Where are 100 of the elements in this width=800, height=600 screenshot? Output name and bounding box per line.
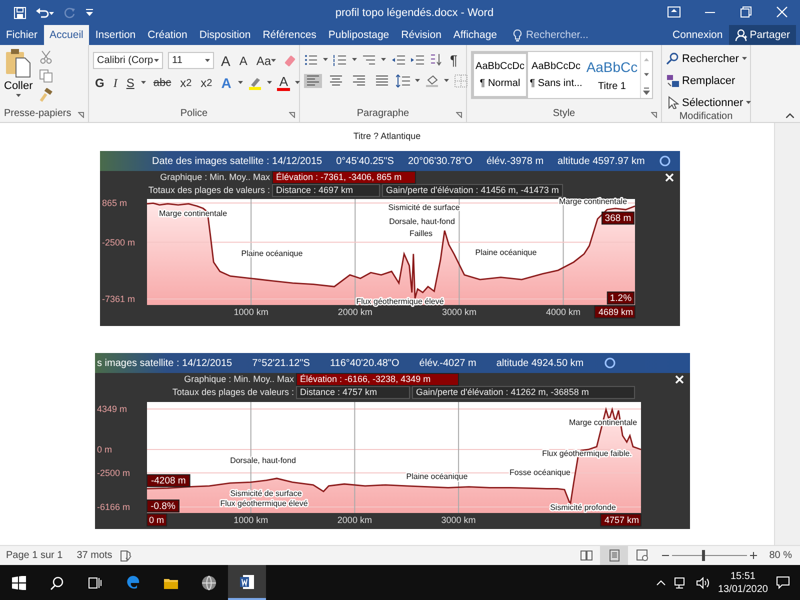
align-right-icon bbox=[352, 74, 366, 88]
format-painter-icon[interactable] bbox=[38, 88, 53, 102]
profile-annotation: Plaine océanique bbox=[241, 249, 303, 258]
strikethrough-button[interactable]: abc bbox=[151, 77, 174, 89]
ribbon-tab[interactable]: Publipostage bbox=[322, 25, 396, 45]
distance-end-label: 0 m bbox=[146, 514, 168, 526]
y-axis-label: -2500 m bbox=[102, 237, 136, 248]
edge-icon bbox=[125, 574, 141, 590]
select-button[interactable]: Sélectionner bbox=[666, 94, 752, 111]
profile-annotation: Plaine océanique bbox=[475, 248, 537, 257]
web-view-icon bbox=[636, 549, 649, 562]
align-justify-button[interactable] bbox=[373, 74, 391, 88]
show-marks-button[interactable]: ¶ bbox=[448, 52, 460, 68]
profile-annotation: Sismicité profonde bbox=[550, 503, 616, 512]
bullet-list-icon[interactable] bbox=[304, 53, 318, 67]
range-label: Graphique : Min. Moy.. Max bbox=[183, 374, 295, 385]
caret-icon bbox=[271, 58, 276, 62]
word-count[interactable]: 37 mots bbox=[76, 550, 112, 561]
dialog-launcher-icon[interactable] bbox=[651, 112, 657, 118]
change-case-button[interactable]: Aa bbox=[254, 54, 278, 68]
ribbon-tab[interactable]: Affichage bbox=[447, 25, 504, 45]
undo-icon[interactable] bbox=[36, 6, 54, 18]
ribbon-tab[interactable]: Références bbox=[256, 25, 322, 45]
dialog-launcher-icon[interactable] bbox=[78, 112, 84, 118]
y-axis-label: -2500 m bbox=[97, 468, 130, 478]
zoom-slider-thumb[interactable] bbox=[702, 550, 706, 561]
print-view-button[interactable] bbox=[600, 546, 628, 565]
font-name-field[interactable]: Calibri (Corp bbox=[93, 52, 163, 69]
increase-indent-icon[interactable] bbox=[410, 53, 424, 67]
clock-time[interactable]: 15:51 bbox=[730, 570, 756, 582]
satellite-info-text: 116°40'20.48"O bbox=[330, 358, 400, 368]
collapse-ribbon-icon[interactable] bbox=[786, 113, 794, 118]
notifications-icon[interactable] bbox=[776, 576, 790, 589]
y-axis-label: 4349 m bbox=[97, 404, 128, 414]
satellite-info-text: altitude 4597.97 km bbox=[558, 156, 645, 166]
save-icon[interactable] bbox=[14, 6, 26, 18]
profile-annotation: Dorsale, haut-fond bbox=[230, 456, 296, 465]
clock-date[interactable]: 13/01/2020 bbox=[718, 582, 768, 596]
ribbon-tab[interactable]: Fichier bbox=[0, 25, 44, 45]
start-icon bbox=[12, 576, 26, 590]
shrink-font-button[interactable]: A bbox=[237, 54, 250, 68]
ribbon-tab[interactable]: Insertion bbox=[89, 25, 142, 45]
ribbon-tab[interactable]: Accueil bbox=[44, 25, 90, 45]
zoom-level[interactable]: 80 % bbox=[769, 550, 792, 561]
profile-annotation: Marge continentale bbox=[558, 197, 628, 206]
speaker-icon[interactable] bbox=[696, 576, 710, 588]
align-left-button[interactable] bbox=[304, 74, 322, 88]
copy-icon[interactable] bbox=[38, 69, 53, 83]
paste-button[interactable]: Coller bbox=[4, 48, 33, 108]
text-effects-button[interactable]: A bbox=[219, 75, 234, 91]
word-app-button[interactable] bbox=[228, 565, 266, 600]
close-icon[interactable] bbox=[675, 375, 684, 384]
numbered-list-icon[interactable] bbox=[333, 53, 347, 67]
zoom-in-icon[interactable] bbox=[750, 552, 758, 559]
style-name: Titre 1 bbox=[598, 80, 626, 92]
chevron-up-icon[interactable] bbox=[656, 580, 666, 586]
close-icon[interactable] bbox=[665, 173, 674, 182]
font-size-field[interactable]: 11 bbox=[168, 52, 214, 69]
underline-button[interactable]: S bbox=[124, 76, 136, 90]
style-gallery-item[interactable]: AaBbCcDc ¶ Normal bbox=[472, 52, 528, 98]
dialog-launcher-icon[interactable] bbox=[289, 112, 295, 118]
task-view-icon bbox=[88, 576, 102, 590]
find-button[interactable]: Rechercher bbox=[666, 50, 752, 67]
profile-annotation: Sismicité de surface bbox=[230, 489, 302, 498]
proofing-icon[interactable] bbox=[120, 550, 132, 562]
search-field[interactable]: Rechercher... bbox=[526, 29, 604, 41]
globe-icon bbox=[201, 574, 217, 590]
satellite-info-text: 7°52'21.12"S bbox=[252, 358, 310, 368]
share-button[interactable]: Partager bbox=[728, 25, 796, 45]
sort-icon[interactable] bbox=[429, 53, 443, 67]
profile-annotation: Flux géothermique élevé bbox=[356, 297, 444, 306]
replace-button[interactable]: Remplacer bbox=[666, 72, 752, 89]
distance-total: Distance : 4697 km bbox=[272, 184, 380, 197]
zoom-out-icon[interactable] bbox=[662, 552, 670, 559]
decrease-indent-icon[interactable] bbox=[391, 53, 405, 67]
dialog-launcher-icon[interactable] bbox=[456, 112, 462, 118]
grow-font-button[interactable]: A bbox=[219, 52, 232, 68]
profile-annotation: Plaine océanique bbox=[406, 472, 468, 481]
caret-icon bbox=[154, 58, 159, 62]
align-center-button[interactable] bbox=[327, 74, 345, 88]
satellite-info-text: altitude 4924.50 km bbox=[496, 358, 584, 368]
scissors-icon[interactable] bbox=[38, 50, 53, 64]
align-right-button[interactable] bbox=[350, 74, 368, 88]
line-spacing-icon[interactable] bbox=[396, 74, 410, 88]
elevation-gain-loss: Gain/perte d'élévation : 41456 m, -41473 m bbox=[382, 184, 563, 197]
bold-button[interactable]: G bbox=[93, 76, 106, 90]
ribbon-tab[interactable]: Création bbox=[142, 25, 194, 45]
ribbon-tab[interactable]: Disposition bbox=[193, 25, 257, 45]
customize-icon[interactable] bbox=[86, 9, 93, 16]
sign-in-link[interactable]: Connexion bbox=[666, 25, 729, 45]
page-count[interactable]: Page 1 sur 1 bbox=[6, 550, 63, 561]
font-color-button[interactable]: A bbox=[277, 76, 290, 90]
shading-icon[interactable] bbox=[425, 74, 439, 88]
elevation-summary: Élévation : -7361, -3406, 865 m bbox=[272, 171, 416, 184]
highlighter-icon[interactable] bbox=[248, 76, 262, 90]
y-axis-label: -7361 m bbox=[102, 294, 136, 304]
scrollbar[interactable] bbox=[774, 123, 800, 545]
italic-button[interactable]: I bbox=[111, 76, 120, 90]
ribbon-tab[interactable]: Révision bbox=[395, 25, 448, 45]
multilevel-list-icon[interactable] bbox=[362, 53, 376, 67]
